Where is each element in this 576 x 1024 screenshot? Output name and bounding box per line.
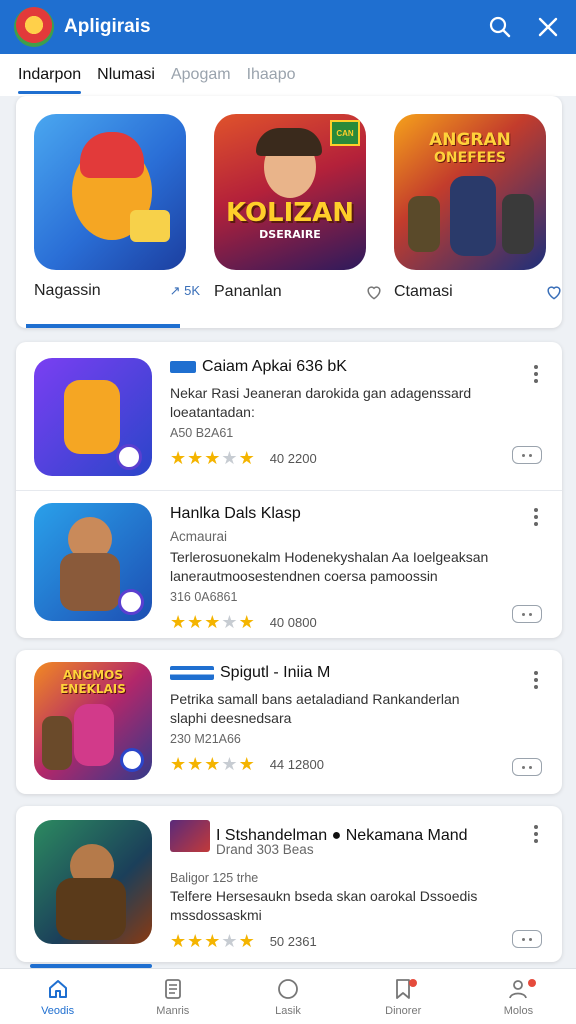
- search-icon: [489, 16, 511, 38]
- nav-label: Lasik: [275, 1004, 301, 1017]
- app-description: Petrika samall bans aetaladiand Rankande…: [170, 691, 460, 726]
- app-rating: ★★★★★ 50 2361: [170, 931, 317, 951]
- app-description: Telfere Hersesaukn bseda skan oarokal Ds…: [170, 888, 478, 923]
- nav-label: Molos: [503, 1004, 534, 1017]
- document-icon: [164, 978, 181, 999]
- tab-indarpon[interactable]: Indarpon: [18, 54, 82, 96]
- bottom-navigation: Veodis Manris Lasik Dinorer Molos: [0, 968, 576, 1024]
- featured-item[interactable]: ANGRAN ONEFEES Ctamasi: [394, 114, 562, 300]
- featured-label: Pananlan: [214, 283, 282, 300]
- featured-artwork: [34, 114, 186, 270]
- app-tag-badge: [170, 361, 196, 373]
- home-icon: [48, 979, 67, 998]
- featured-art-badge: CAN: [330, 120, 360, 146]
- featured-artwork: ANGRAN ONEFEES: [394, 114, 546, 270]
- app-list-card: ANGMOS ENEKLAIS Spigutl - Iniia M Petrik…: [16, 650, 562, 794]
- profile-icon: [509, 979, 528, 998]
- star-rating-icon: ★★★★★: [170, 448, 256, 468]
- close-button[interactable]: [524, 3, 572, 51]
- nav-item-veodis[interactable]: Veodis: [0, 969, 115, 1024]
- featured-item[interactable]: Nagassin ↗ 5K: [34, 114, 204, 299]
- list-item[interactable]: Caiam Apkai 636 bK Nekar Rasi Jeaneran d…: [16, 342, 562, 490]
- app-description: Terlerosuonekalm Hodenekyshalan Aa Ioelg…: [170, 549, 489, 584]
- featured-label: Nagassin: [34, 282, 101, 299]
- featured-artwork: KOLIZAN DSERAIRE CAN: [214, 114, 366, 270]
- featured-art-subtitle: ONEFEES: [434, 150, 506, 166]
- app-title: Spigutl - Iniia M: [220, 664, 331, 681]
- app-icon: [34, 503, 152, 621]
- app-art-subtitle: ENEKLAIS: [60, 682, 126, 696]
- app-logo: [14, 7, 54, 47]
- featured-art-title: ANGRAN: [429, 130, 511, 150]
- nav-item-molos[interactable]: Molos: [461, 969, 576, 1024]
- nav-label: Dinorer: [385, 1004, 422, 1017]
- featured-meta: ↗ 5K: [169, 283, 200, 298]
- app-bar: Apligirais: [0, 0, 576, 54]
- app-subtitle: Acmaurai: [170, 529, 228, 544]
- star-rating-icon: ★★★★★: [170, 612, 256, 632]
- more-options-icon[interactable]: [526, 668, 546, 692]
- nav-item-lasik[interactable]: Lasik: [230, 969, 345, 1024]
- tab-nlumasi[interactable]: Nlumasi: [97, 54, 155, 96]
- app-list-card: I Stshandelman ● Nekamana Mand Drand 303…: [16, 806, 562, 962]
- star-rating-icon: ★★★★★: [170, 754, 256, 774]
- expand-button[interactable]: [512, 446, 542, 464]
- heart-icon[interactable]: [364, 282, 384, 302]
- featured-art-title: KOLIZAN: [225, 198, 355, 228]
- notification-dot: [408, 979, 417, 987]
- app-icon: [34, 358, 152, 476]
- expand-button[interactable]: [512, 605, 542, 623]
- app-icon: [34, 820, 152, 944]
- tab-apogam[interactable]: Apogam: [171, 54, 231, 96]
- tab-ihaapo[interactable]: Ihaapo: [247, 54, 296, 96]
- category-tabs: Indarpon Nlumasi Apogam Ihaapo: [0, 54, 576, 96]
- app-date: A50 B2A61: [170, 426, 234, 440]
- app-tag-badge: [170, 666, 214, 680]
- nav-label: Veodis: [41, 1004, 75, 1017]
- search-button[interactable]: [476, 3, 524, 51]
- featured-art-subtitle: DSERAIRE: [259, 228, 321, 241]
- circle-icon: [278, 978, 298, 999]
- app-icon: ANGMOS ENEKLAIS: [34, 662, 152, 780]
- app-title: Hanlka Dals Klasp: [170, 505, 301, 522]
- app-date: Baligor 125 trhe: [170, 871, 259, 885]
- app-title: Apligirais: [64, 16, 151, 37]
- nav-item-manris[interactable]: Manris: [115, 969, 230, 1024]
- list-item[interactable]: ANGMOS ENEKLAIS Spigutl - Iniia M Petrik…: [16, 650, 562, 794]
- nav-item-dinorer[interactable]: Dinorer: [346, 969, 461, 1024]
- more-options-icon[interactable]: [526, 505, 546, 529]
- featured-label: Ctamasi: [394, 283, 453, 300]
- app-title: Caiam Apkai 636 bK: [202, 358, 347, 375]
- app-date: 316 0A6861: [170, 590, 238, 604]
- nav-label: Manris: [156, 1004, 190, 1017]
- list-item[interactable]: I Stshandelman ● Nekamana Mand Drand 303…: [16, 806, 562, 962]
- app-list-card: Caiam Apkai 636 bK Nekar Rasi Jeaneran d…: [16, 342, 562, 638]
- app-rating: ★★★★★ 40 0800: [170, 612, 317, 632]
- heart-icon[interactable]: [544, 282, 562, 302]
- expand-button[interactable]: [512, 930, 542, 948]
- carousel-indicator: [26, 324, 180, 328]
- app-rating: ★★★★★ 44 12800: [170, 754, 324, 774]
- app-description: Nekar Rasi Jeaneran darokida gan adagens…: [170, 385, 472, 420]
- featured-carousel: Nagassin ↗ 5K KOLIZAN DSERAIRE CAN Panan…: [16, 96, 562, 328]
- star-rating-icon: ★★★★★: [170, 931, 256, 951]
- app-date: 230 M21A66: [170, 732, 241, 746]
- expand-button[interactable]: [512, 758, 542, 776]
- featured-item[interactable]: KOLIZAN DSERAIRE CAN Pananlan: [214, 114, 384, 300]
- list-item[interactable]: Hanlka Dals Klasp Acmaurai Terlerosuonek…: [16, 490, 562, 638]
- more-options-icon[interactable]: [526, 822, 546, 846]
- close-icon: [538, 17, 558, 37]
- app-thumb-badge: [170, 820, 210, 852]
- app-rating: ★★★★★ 40 2200: [170, 448, 317, 468]
- notification-dot: [528, 979, 537, 987]
- more-options-icon[interactable]: [526, 362, 546, 386]
- app-art-title: ANGMOS: [63, 668, 123, 682]
